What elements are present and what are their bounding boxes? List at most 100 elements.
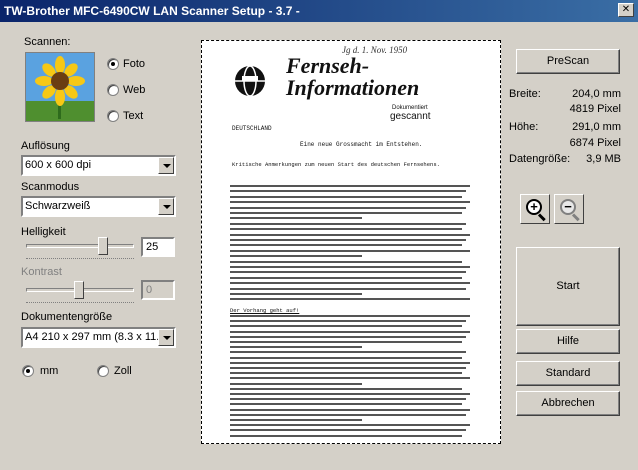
chevron-down-icon[interactable]: [158, 157, 174, 174]
preview-text-line: [230, 185, 470, 187]
unit-inch-radio[interactable]: [97, 365, 109, 377]
width-mm: 204,0 mm: [572, 88, 621, 100]
preview-text-line: [230, 249, 470, 252]
scan-type-text-label: Text: [123, 110, 144, 122]
preview-text-line: [230, 330, 470, 333]
data-size-value: 3,9 MB: [586, 153, 621, 165]
brightness-label: Helligkeit: [21, 226, 66, 238]
brightness-value: 25: [146, 241, 159, 253]
brightness-slider-thumb[interactable]: [98, 237, 108, 255]
preview-text-line: [230, 434, 462, 437]
prescan-button[interactable]: PreScan: [516, 49, 620, 74]
scan-type-web-label: Web: [123, 84, 146, 96]
width-label: Breite:: [509, 88, 541, 100]
chevron-down-icon[interactable]: [158, 329, 174, 346]
preview-text-line: [230, 260, 462, 263]
scan-preview-area[interactable]: Jg d. 1. Nov. 1950 Fernseh-Informationen…: [201, 40, 501, 444]
close-icon: ✕: [621, 4, 631, 15]
cancel-button-label: Abbrechen: [541, 397, 595, 409]
prescan-button-label: PreScan: [546, 55, 590, 67]
preview-text-line: [230, 361, 470, 364]
scan-type-label: Scannen:: [24, 36, 71, 48]
brightness-value-field[interactable]: 25: [141, 237, 175, 257]
preview-text-line: [230, 419, 362, 421]
help-button-label: Hilfe: [556, 335, 579, 347]
preview-section-heading: Der Vorhang geht auf!: [230, 307, 300, 314]
preview-text-line: [230, 429, 466, 432]
chevron-down-icon[interactable]: [158, 198, 174, 215]
scan-type-photo-label: Foto: [123, 58, 146, 70]
preview-text-line: [230, 271, 466, 274]
preview-text-line: [230, 282, 470, 285]
document-size-select[interactable]: A4 210 x 297 mm (8.3 x 11.7 in): [21, 327, 176, 348]
preview-subhead: Kritische Anmerkungen zum neuen Start de…: [232, 161, 440, 168]
scan-mode-select[interactable]: Schwarzweiß: [21, 196, 176, 217]
resolution-value: 600 x 600 dpi: [25, 159, 92, 171]
resolution-label: Auflösung: [21, 140, 70, 152]
start-button[interactable]: Start: [516, 247, 620, 326]
preview-text-line: [230, 233, 470, 236]
globe-logo-icon: [235, 65, 265, 97]
preview-text-line: [230, 372, 462, 375]
preview-text-line: [230, 398, 466, 401]
scan-mode-value: Schwarzweiß: [25, 200, 91, 212]
title-bar: TW-Brother MFC-6490CW LAN Scanner Setup …: [0, 0, 638, 22]
height-mm: 291,0 mm: [572, 121, 621, 133]
preview-text-line: [230, 325, 462, 328]
zoom-out-handle: [571, 213, 580, 222]
preview-text-line: [230, 341, 462, 343]
height-label: Höhe:: [509, 121, 539, 133]
preview-text-line: [230, 408, 470, 411]
preview-text-line: [230, 298, 470, 301]
brightness-slider-track[interactable]: [26, 244, 134, 248]
preview-text-line: [230, 335, 466, 338]
resolution-select[interactable]: 600 x 600 dpi: [21, 155, 176, 176]
preview-text-line: [230, 266, 470, 268]
preview-text-line: [230, 255, 362, 258]
scan-mode-label: Scanmodus: [21, 181, 80, 193]
preview-text-line: [230, 206, 466, 209]
preview-text-line: [230, 222, 466, 225]
zoom-in-handle: [537, 213, 546, 222]
preview-text-line: [230, 424, 470, 427]
document-size-value: A4 210 x 297 mm (8.3 x 11.7 in): [25, 331, 176, 343]
contrast-value: 0: [146, 284, 153, 296]
preview-text-line: [230, 351, 466, 354]
photo-mode-image: [25, 52, 95, 122]
scan-type-text-radio[interactable]: [107, 110, 119, 122]
contrast-label: Kontrast: [21, 266, 62, 278]
preview-text-line: [230, 212, 462, 214]
default-button-label: Standard: [545, 367, 591, 379]
unit-mm-radio[interactable]: [22, 365, 34, 377]
preview-masthead: Fernseh-Informationen: [286, 53, 420, 100]
preview-text-line: [230, 201, 470, 204]
preview-text-line: [230, 367, 466, 369]
preview-text-line: [230, 403, 462, 406]
start-button-label: Start: [556, 280, 580, 292]
preview-text-line: [230, 346, 362, 349]
preview-country: DEUTSCHLAND: [232, 125, 272, 132]
preview-text-line: [230, 393, 470, 395]
default-button[interactable]: Standard: [516, 361, 620, 386]
preview-document: Jg d. 1. Nov. 1950 Fernseh-Informationen…: [202, 41, 500, 443]
preview-text-line: [230, 413, 466, 416]
preview-headline: Eine neue Grossmacht im Entstehen.: [300, 141, 423, 148]
help-button[interactable]: Hilfe: [516, 329, 620, 354]
height-px: 6874 Pixel: [569, 137, 621, 149]
brightness-slider-ticks: [26, 258, 134, 262]
scan-type-web-radio[interactable]: [107, 84, 119, 96]
width-px: 4819 Pixel: [569, 103, 621, 115]
cancel-button[interactable]: Abbrechen: [516, 391, 620, 416]
preview-text-line: [230, 244, 462, 247]
data-size-label: Datengröße:: [509, 153, 571, 165]
preview-text-line: [230, 276, 462, 279]
document-size-label: Dokumentengröße: [21, 311, 113, 323]
zoom-in-button[interactable]: +: [520, 194, 550, 224]
scan-type-photo-radio[interactable]: [107, 58, 119, 70]
preview-text-line: [230, 387, 462, 390]
contrast-value-field: 0: [141, 280, 175, 300]
preview-text-line: [230, 315, 470, 317]
window-title: TW-Brother MFC-6490CW LAN Scanner Setup …: [4, 4, 300, 18]
close-button[interactable]: ✕: [618, 3, 634, 17]
preview-text-line: [230, 356, 462, 359]
